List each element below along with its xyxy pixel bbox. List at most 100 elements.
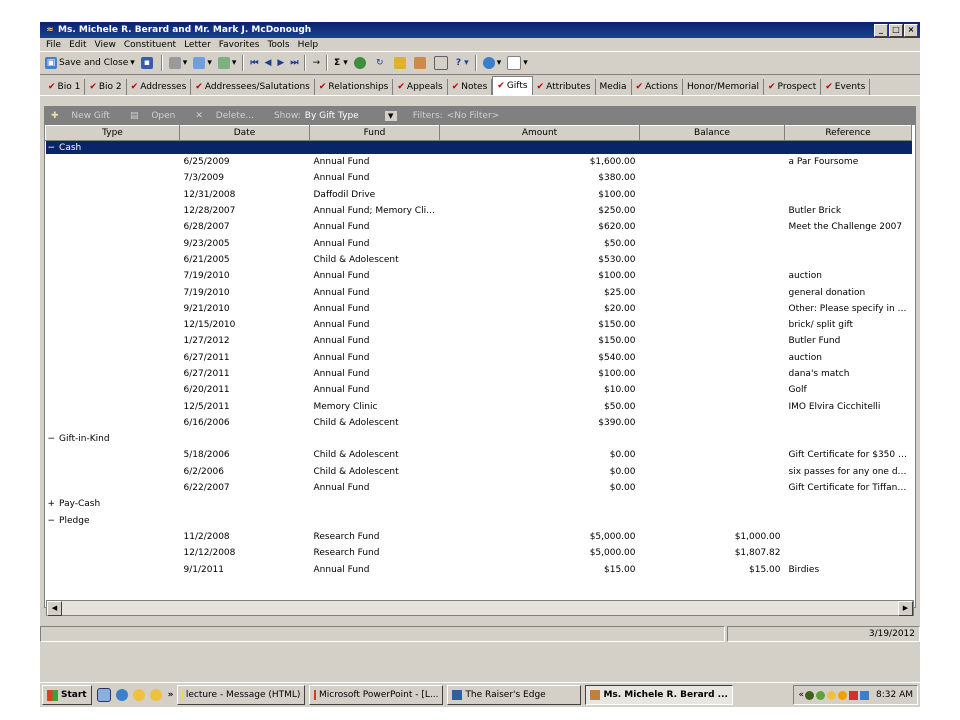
start-button[interactable]: Start bbox=[42, 685, 92, 705]
last-record-button[interactable]: ⏭ bbox=[287, 54, 301, 72]
table-row[interactable]: 6/28/2007 Annual Fund $620.00 Meet the Chal… bbox=[46, 219, 912, 235]
tab-addresses[interactable]: ✔ Addresses bbox=[127, 79, 192, 95]
tray-app-icon-4[interactable] bbox=[838, 690, 847, 700]
menu-favorites[interactable]: Favorites bbox=[215, 40, 264, 50]
next-record-button[interactable]: ▶ bbox=[274, 54, 287, 72]
table-row[interactable]: 6/21/2005 Child & Adolescent $530.00 bbox=[46, 252, 912, 268]
scroll-left-button[interactable]: ◀ bbox=[47, 601, 62, 616]
column-header-date[interactable]: Date bbox=[179, 125, 310, 141]
table-row[interactable]: 6/20/2011 Annual Fund $10.00 Golf bbox=[46, 382, 912, 398]
tab-gifts[interactable]: ✔ Gifts bbox=[492, 76, 533, 95]
more-quicklaunch-chevron-icon[interactable]: » bbox=[168, 690, 174, 700]
first-record-button[interactable]: ⏮ bbox=[247, 54, 261, 72]
group-row[interactable]: − Cash bbox=[45, 140, 912, 154]
collapse-icon[interactable]: − bbox=[48, 516, 56, 526]
collapse-icon[interactable]: − bbox=[48, 143, 56, 153]
new-gift-button[interactable]: ✚ New Gift bbox=[51, 111, 120, 121]
table-row[interactable]: 7/3/2009 Annual Fund $380.00 bbox=[46, 170, 912, 186]
table-row[interactable]: 12/28/2007 Annual Fund; Memory Clinic $250… bbox=[46, 203, 912, 219]
help-button[interactable]: ? ▾ bbox=[453, 54, 472, 72]
web-button[interactable]: ▾ bbox=[480, 54, 505, 72]
task-powerpoint[interactable]: Microsoft PowerPoint - [L... bbox=[309, 685, 444, 705]
tab-notes[interactable]: ✔ Notes bbox=[448, 79, 493, 95]
collapse-icon[interactable]: − bbox=[48, 434, 56, 444]
tab-addressees-salutations[interactable]: ✔ Addressees/Salutations bbox=[191, 79, 315, 95]
group-row[interactable]: − Gift-in-Kind bbox=[46, 431, 912, 447]
notes-button[interactable] bbox=[411, 54, 431, 72]
table-row[interactable]: 6/16/2006 Child & Adolescent $390.00 bbox=[46, 415, 912, 431]
minimize-button[interactable]: _ bbox=[874, 23, 888, 37]
tab-media[interactable]: Media bbox=[596, 79, 632, 95]
filters-value[interactable]: <No Filter> bbox=[447, 111, 499, 121]
menu-view[interactable]: View bbox=[91, 40, 120, 50]
table-row[interactable]: 9/23/2005 Annual Fund $50.00 bbox=[46, 235, 912, 251]
show-dropdown-button[interactable]: ▼ bbox=[384, 111, 397, 121]
save-and-close-button[interactable]: ▣ Save and Close ▾ bbox=[42, 54, 138, 72]
menu-edit[interactable]: Edit bbox=[65, 40, 90, 50]
table-row[interactable]: 6/25/2009 Annual Fund $1,600.00 a Par Fours… bbox=[46, 154, 912, 170]
tab-attributes[interactable]: ✔ Attributes bbox=[533, 79, 596, 95]
previous-record-button[interactable]: ◀ bbox=[262, 54, 275, 72]
internet-explorer-icon[interactable] bbox=[115, 689, 128, 701]
tab-bio-1[interactable]: ✔ Bio 1 bbox=[44, 79, 86, 95]
tray-app-icon-5[interactable] bbox=[849, 690, 858, 700]
email-button[interactable] bbox=[431, 54, 453, 72]
menu-letter[interactable]: Letter bbox=[180, 40, 215, 50]
page-button[interactable]: ▾ bbox=[504, 54, 531, 72]
tab-prospect[interactable]: ✔ Prospect bbox=[764, 79, 822, 95]
tab-relationships[interactable]: ✔ Relationships bbox=[315, 79, 394, 95]
sum-button[interactable]: Σ ▾ bbox=[331, 54, 351, 72]
open-button[interactable]: ▤ Open bbox=[130, 111, 185, 121]
menu-help[interactable]: Help bbox=[294, 40, 323, 50]
table-row[interactable]: 7/19/2010 Annual Fund $100.00 auction bbox=[46, 268, 912, 284]
photo-button[interactable] bbox=[391, 54, 411, 72]
menu-constituent[interactable]: Constituent bbox=[120, 40, 180, 50]
quicklaunch-smiley-icon-2[interactable] bbox=[149, 689, 162, 701]
column-header-reference[interactable]: Reference bbox=[784, 125, 912, 141]
show-desktop-icon[interactable] bbox=[96, 688, 111, 702]
tray-expand-icon[interactable]: « bbox=[798, 690, 804, 700]
expand-icon[interactable]: + bbox=[48, 499, 56, 509]
preview-button[interactable]: ▾ bbox=[190, 54, 215, 72]
go-to-button[interactable]: → bbox=[309, 54, 323, 72]
maximize-button[interactable]: □ bbox=[889, 23, 903, 37]
table-row[interactable]: 6/27/2011 Annual Fund $540.00 auction bbox=[46, 350, 912, 366]
refresh-button[interactable]: ↻ bbox=[371, 54, 391, 72]
tab-appeals[interactable]: ✔ Appeals bbox=[393, 79, 448, 95]
task-michele-berard[interactable]: Ms. Michele R. Berard ... bbox=[585, 685, 734, 705]
save-button[interactable]: ▪ bbox=[138, 54, 158, 72]
table-row[interactable]: 12/31/2008 Daffodil Drive $100.00 bbox=[46, 187, 912, 203]
close-button[interactable]: × bbox=[904, 23, 918, 37]
tray-app-icon-3[interactable] bbox=[827, 690, 836, 700]
delete-button[interactable]: ✕ Delete... bbox=[195, 111, 264, 121]
group-row[interactable]: − Pledge bbox=[46, 513, 912, 529]
table-row[interactable]: 9/1/2011 Annual Fund $15.00 $15.00 Birdies bbox=[46, 561, 912, 577]
column-header-amount[interactable]: Amount bbox=[439, 125, 640, 141]
table-row[interactable]: 11/2/2008 Research Fund $5,000.00 $1,000.00 bbox=[46, 529, 912, 545]
tray-app-icon-2[interactable] bbox=[816, 690, 825, 700]
tree-button[interactable] bbox=[351, 54, 371, 72]
column-header-type[interactable]: Type bbox=[45, 125, 180, 141]
group-row[interactable]: + Pay-Cash bbox=[46, 496, 912, 512]
tray-app-icon-1[interactable] bbox=[805, 690, 814, 700]
view-button[interactable]: ▾ bbox=[215, 54, 240, 72]
tab-honor-memorial[interactable]: Honor/Memorial bbox=[683, 79, 764, 95]
table-row[interactable]: 5/18/2006 Child & Adolescent $0.00 Gift Cer… bbox=[46, 447, 912, 463]
table-row[interactable]: 9/21/2010 Annual Fund $20.00 Other: Please … bbox=[46, 301, 912, 317]
menu-file[interactable]: File bbox=[42, 40, 65, 50]
table-row[interactable]: 12/5/2011 Memory Clinic $50.00 IMO Elvira C… bbox=[46, 398, 912, 414]
tab-bio-2[interactable]: ✔ Bio 2 bbox=[85, 79, 127, 95]
table-row[interactable]: 6/27/2011 Annual Fund $100.00 dana's match bbox=[46, 366, 912, 382]
task-lecture-message[interactable]: lecture - Message (HTML) bbox=[177, 685, 306, 705]
scroll-right-button[interactable]: ▶ bbox=[898, 601, 913, 616]
tray-network-icon[interactable] bbox=[860, 690, 869, 700]
tab-events[interactable]: ✔ Events bbox=[821, 79, 871, 95]
tab-actions[interactable]: ✔ Actions bbox=[632, 79, 683, 95]
column-header-fund[interactable]: Fund bbox=[309, 125, 440, 141]
task-raisers-edge[interactable]: The Raiser's Edge bbox=[447, 685, 582, 705]
table-row[interactable]: 7/19/2010 Annual Fund $25.00 general donati… bbox=[46, 284, 912, 300]
table-row[interactable]: 12/12/2008 Research Fund $5,000.00 $1,807.8… bbox=[46, 545, 912, 561]
quicklaunch-smiley-icon[interactable] bbox=[132, 689, 145, 701]
print-button[interactable]: ▾ bbox=[166, 54, 191, 72]
title-bar[interactable]: ≈ Ms. Michele R. Berard and Mr. Mark J. … bbox=[40, 22, 920, 38]
